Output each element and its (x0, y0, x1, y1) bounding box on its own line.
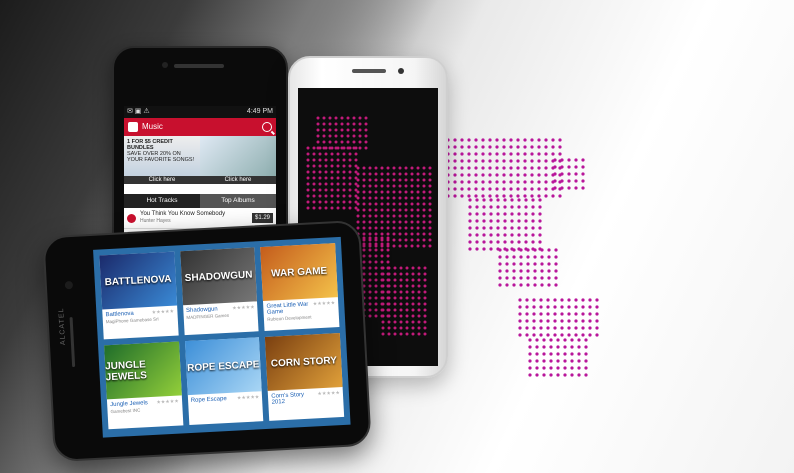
game-art[interactable]: SHADOWGUN (179, 247, 258, 306)
game-card[interactable]: BATTLENOVA Battlenova ★★★★★ MagiPhone Gameb… (99, 251, 179, 340)
game-art[interactable]: BATTLENOVA (99, 251, 177, 310)
promo-click-right[interactable]: Click here (200, 176, 276, 184)
game-card[interactable]: ROPE ESCAPE Rope Escape ★★★★★ (184, 337, 264, 426)
games-screen: BATTLENOVA Battlenova ★★★★★ MagiPhone Gameb… (93, 236, 351, 438)
game-card[interactable]: WAR GAME Great Little War Game ★★★★★ Rubico… (260, 243, 340, 331)
game-card[interactable]: CORN STORY Corn's Story 2012 ★★★★★ (265, 333, 345, 421)
status-bar: ✉ ▣ ⚠ 4:49 PM (124, 106, 276, 118)
camera-icon (162, 62, 168, 68)
speaker-grille (174, 64, 224, 68)
track-artist: Hunter Hayes (140, 218, 171, 224)
promo-banner: 1 FOR $5 CREDIT BUNDLES SAVE OVER 20% ON… (124, 136, 276, 184)
promo-left[interactable]: 1 FOR $5 CREDIT BUNDLES SAVE OVER 20% ON… (124, 136, 200, 184)
status-icons: ✉ ▣ ⚠ (127, 108, 150, 115)
game-art[interactable]: WAR GAME (260, 243, 338, 301)
status-time: 4:49 PM (246, 108, 273, 115)
promo-right[interactable]: Click here (200, 136, 276, 184)
track-price-button[interactable]: $1.29 (251, 213, 273, 223)
game-card[interactable]: JUNGLE JEWELS Jungle Jewels ★★★★★ Gamebest … (104, 341, 184, 430)
speaker-grille (69, 317, 76, 368)
music-app-icon (128, 122, 138, 132)
games-grid: BATTLENOVA Battlenova ★★★★★ MagiPhone Gameb… (93, 237, 350, 436)
music-app-bar: Music (124, 118, 276, 136)
tab-hot-tracks[interactable]: Hot Tracks (124, 194, 200, 208)
app-title: Music (142, 122, 163, 131)
promo-left-sub: SAVE OVER 20% ON YOUR FAVORITE SONGS! (127, 151, 195, 163)
game-art[interactable]: ROPE ESCAPE (184, 337, 263, 396)
tab-top-albums[interactable]: Top Albums (200, 194, 276, 208)
speaker-grille (352, 69, 386, 73)
music-tabs: Hot Tracks Top Albums (124, 194, 276, 208)
game-card[interactable]: SHADOWGUN Shadowgun ★★★★★ MADFINGER Games (179, 247, 259, 336)
play-icon[interactable] (127, 213, 136, 223)
promo-click-left[interactable]: Click here (124, 176, 200, 184)
camera-icon (64, 280, 74, 290)
search-icon[interactable] (262, 122, 272, 132)
promo-left-title: 1 FOR $5 CREDIT BUNDLES (127, 139, 173, 151)
game-art[interactable]: JUNGLE JEWELS (104, 341, 182, 400)
track-title: You Think You Know Somebody (140, 211, 226, 217)
games-phone: ALCATEL BATTLENOVA Battlenova ★★★★★ MagiPho… (42, 219, 372, 463)
brand-label: ALCATEL (58, 307, 68, 346)
camera-icon (398, 68, 404, 74)
track-info: You Think You Know Somebody Hunter Hayes (140, 211, 248, 225)
game-art[interactable]: CORN STORY (265, 333, 343, 391)
